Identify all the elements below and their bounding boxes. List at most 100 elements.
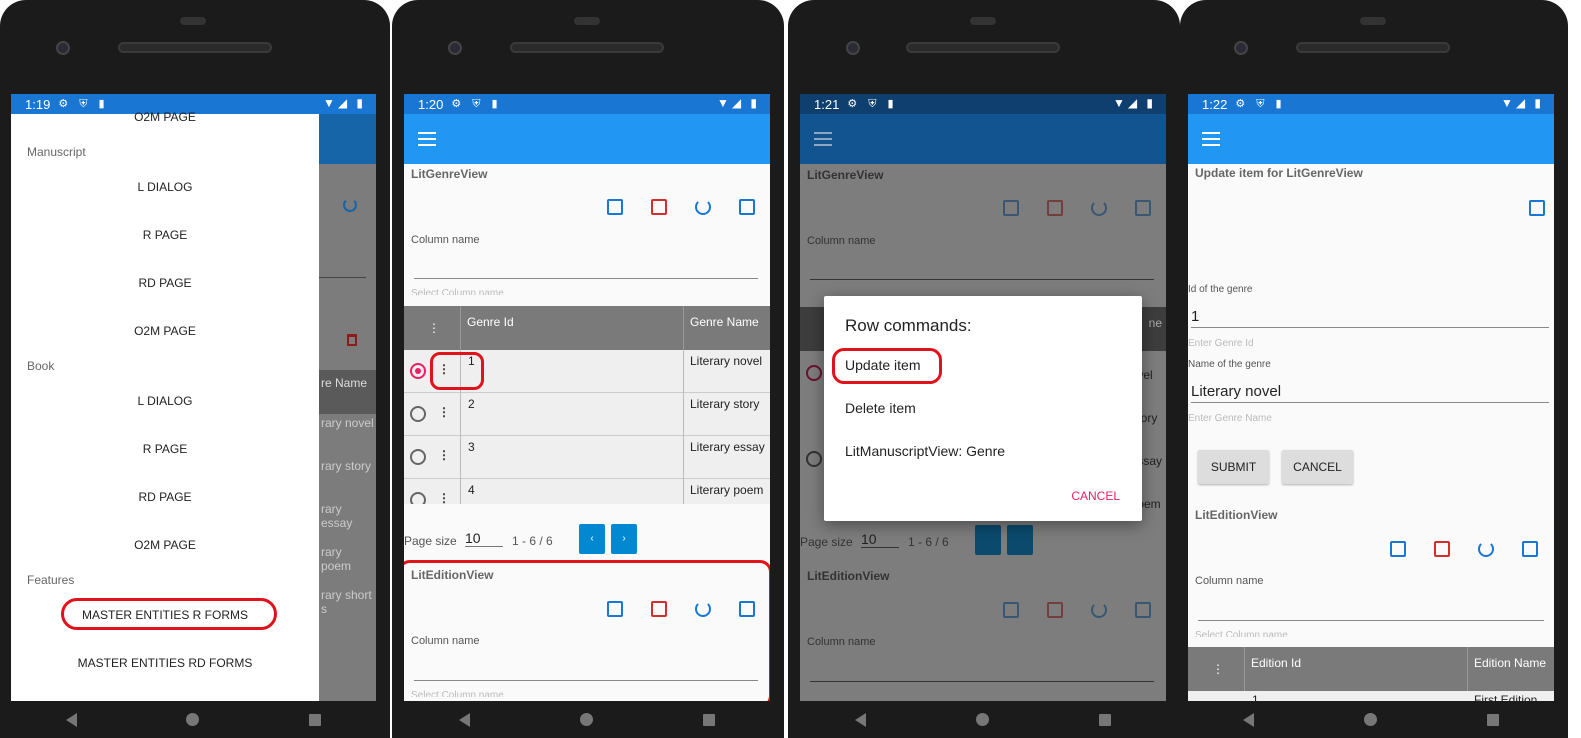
status-icons: ⚙ ⛨ ▮ [1235, 98, 1286, 110]
cell-edition-id: 1 [1252, 693, 1259, 701]
back-icon[interactable] [459, 712, 470, 727]
row-radio[interactable] [410, 363, 426, 379]
row-radio [806, 451, 822, 467]
drawer-item-l-dialog[interactable]: L DIALOG [11, 394, 319, 408]
recents-icon[interactable] [309, 713, 322, 726]
section-title-genre: LitGenreView [807, 168, 884, 182]
row-commands-dialog: Row commands: Update item Delete item Li… [824, 296, 1142, 521]
form-title: Update item for LitGenreView [1195, 166, 1363, 180]
drawer-item-o2m-page[interactable]: O2M PAGE [11, 110, 319, 124]
signal-battery-icon: ▼◢ ▮ [1112, 96, 1156, 110]
header-genre-id[interactable]: Genre Id [467, 315, 514, 329]
header-menu-icon[interactable]: ⋮ [1212, 662, 1224, 676]
header-menu-icon[interactable]: ⋮ [428, 321, 440, 335]
row-radio[interactable] [410, 406, 426, 422]
highlight-annotation [404, 560, 770, 701]
drawer-item-r-page[interactable]: R PAGE [11, 228, 319, 242]
bg-rows: rary novel rary story rary essay rary po… [319, 414, 376, 629]
drawer-item-rd-page[interactable]: RD PAGE [11, 276, 319, 290]
genre-name-input[interactable]: Literary novel [1191, 383, 1549, 403]
prev-page-button[interactable]: ‹ [579, 524, 605, 554]
column-name-label: Column name [411, 234, 480, 246]
fullscreen-icon[interactable] [1522, 541, 1538, 557]
recents-icon[interactable] [703, 713, 715, 726]
add-icon[interactable] [1390, 541, 1406, 557]
recents-icon[interactable] [1487, 713, 1499, 726]
delete-icon[interactable] [651, 199, 667, 215]
android-nav-bar [11, 701, 376, 738]
drawer-item-rd-page[interactable]: RD PAGE [11, 490, 319, 504]
home-icon[interactable] [580, 713, 593, 726]
row-radio [806, 365, 822, 381]
delete-icon [347, 334, 357, 346]
grid-header: ⋮ Genre Id Genre Name [404, 306, 770, 350]
refresh-icon[interactable] [1478, 541, 1494, 557]
drawer-item-o2m-page[interactable]: O2M PAGE [11, 538, 319, 552]
refresh-icon[interactable] [695, 199, 711, 215]
speaker [510, 42, 664, 53]
menu-icon [814, 132, 832, 146]
signal-battery-icon: ▼◢ ▮ [322, 96, 366, 110]
back-icon[interactable] [1243, 712, 1254, 727]
row-radio[interactable] [410, 449, 426, 465]
delete-icon[interactable] [1434, 541, 1450, 557]
add-icon[interactable] [607, 199, 623, 215]
back-icon[interactable] [65, 712, 77, 727]
refresh-icon [343, 198, 357, 212]
signal-battery-icon: ▼◢ ▮ [1500, 96, 1544, 110]
phone-4: 1:22 ⚙ ⛨ ▮ ▼◢ ▮ Update item for LitGenre… [1180, 0, 1568, 738]
header-edition-name[interactable]: Edition Name [1474, 656, 1546, 670]
page-size-input[interactable]: 10 [465, 530, 503, 547]
home-icon[interactable] [976, 713, 989, 726]
clock: 1:22 [1202, 96, 1228, 112]
app-bar [800, 114, 1166, 164]
drawer-item-master-entities-rd-forms[interactable]: MASTER ENTITIES RD FORMS [11, 656, 319, 670]
status-bar: 1:22 ⚙ ⛨ ▮ ▼◢ ▮ [1188, 94, 1554, 114]
table-row[interactable]: 1 First Edition [1188, 691, 1554, 701]
bg-line [319, 277, 366, 278]
fullscreen-icon[interactable] [1529, 200, 1545, 216]
delete-item-option[interactable]: Delete item [845, 400, 916, 416]
page-size-label: Page size [800, 535, 853, 549]
grid-header: ⋮ Edition Id Edition Name [1188, 647, 1554, 691]
column-select[interactable] [414, 278, 758, 279]
next-page-button[interactable]: › [611, 524, 637, 554]
header-genre-name[interactable]: Genre Name [690, 315, 759, 329]
submit-button[interactable]: SUBMIT [1198, 450, 1269, 484]
add-icon [1003, 602, 1019, 618]
drawer-item-o2m-page[interactable]: O2M PAGE [11, 324, 319, 338]
manuscript-genre-option[interactable]: LitManuscriptView: Genre [845, 443, 1005, 459]
cancel-button[interactable]: CANCEL [1282, 450, 1353, 484]
back-icon[interactable] [855, 712, 866, 727]
edition-toolbar [1390, 541, 1538, 557]
row-menu-icon[interactable]: ⋮ [438, 405, 450, 419]
menu-icon[interactable] [418, 132, 436, 146]
refresh-icon [1091, 602, 1107, 618]
row-menu-icon[interactable]: ⋮ [438, 448, 450, 462]
status-icons: ⚙ ⛨ ▮ [58, 98, 109, 110]
column-select[interactable] [1198, 620, 1544, 621]
home-icon[interactable] [1364, 713, 1377, 726]
table-row[interactable]: ⋮ 4 Literary poem [404, 479, 770, 504]
camera [846, 41, 860, 55]
header-edition-id[interactable]: Edition Id [1251, 656, 1301, 670]
name-label: Name of the genre [1188, 359, 1271, 370]
row-radio[interactable] [410, 492, 426, 504]
speaker [118, 42, 272, 53]
speaker [1296, 42, 1450, 53]
fullscreen-icon[interactable] [739, 199, 755, 215]
home-icon[interactable] [186, 713, 200, 726]
table-row[interactable]: ⋮ 3 Literary essay [404, 436, 770, 479]
dialog-title: Row commands: [845, 316, 972, 335]
table-row[interactable]: ⋮ 2 Literary story [404, 393, 770, 436]
recents-icon[interactable] [1099, 713, 1111, 726]
cancel-button[interactable]: CANCEL [1071, 489, 1120, 503]
section-title-edition: LitEditionView [1195, 508, 1278, 522]
menu-icon[interactable] [1202, 132, 1220, 146]
drawer-item-l-dialog[interactable]: L DIALOG [11, 180, 319, 194]
genre-id-input[interactable]: 1 [1191, 308, 1549, 328]
phone-3: 1:21 ⚙ ⛨ ▮ ▼◢ ▮ LitGenreView Column name… [788, 0, 1180, 738]
row-menu-icon[interactable]: ⋮ [438, 491, 450, 504]
drawer-item-r-page[interactable]: R PAGE [11, 442, 319, 456]
cell-genre-name: Literary poem [690, 483, 764, 497]
